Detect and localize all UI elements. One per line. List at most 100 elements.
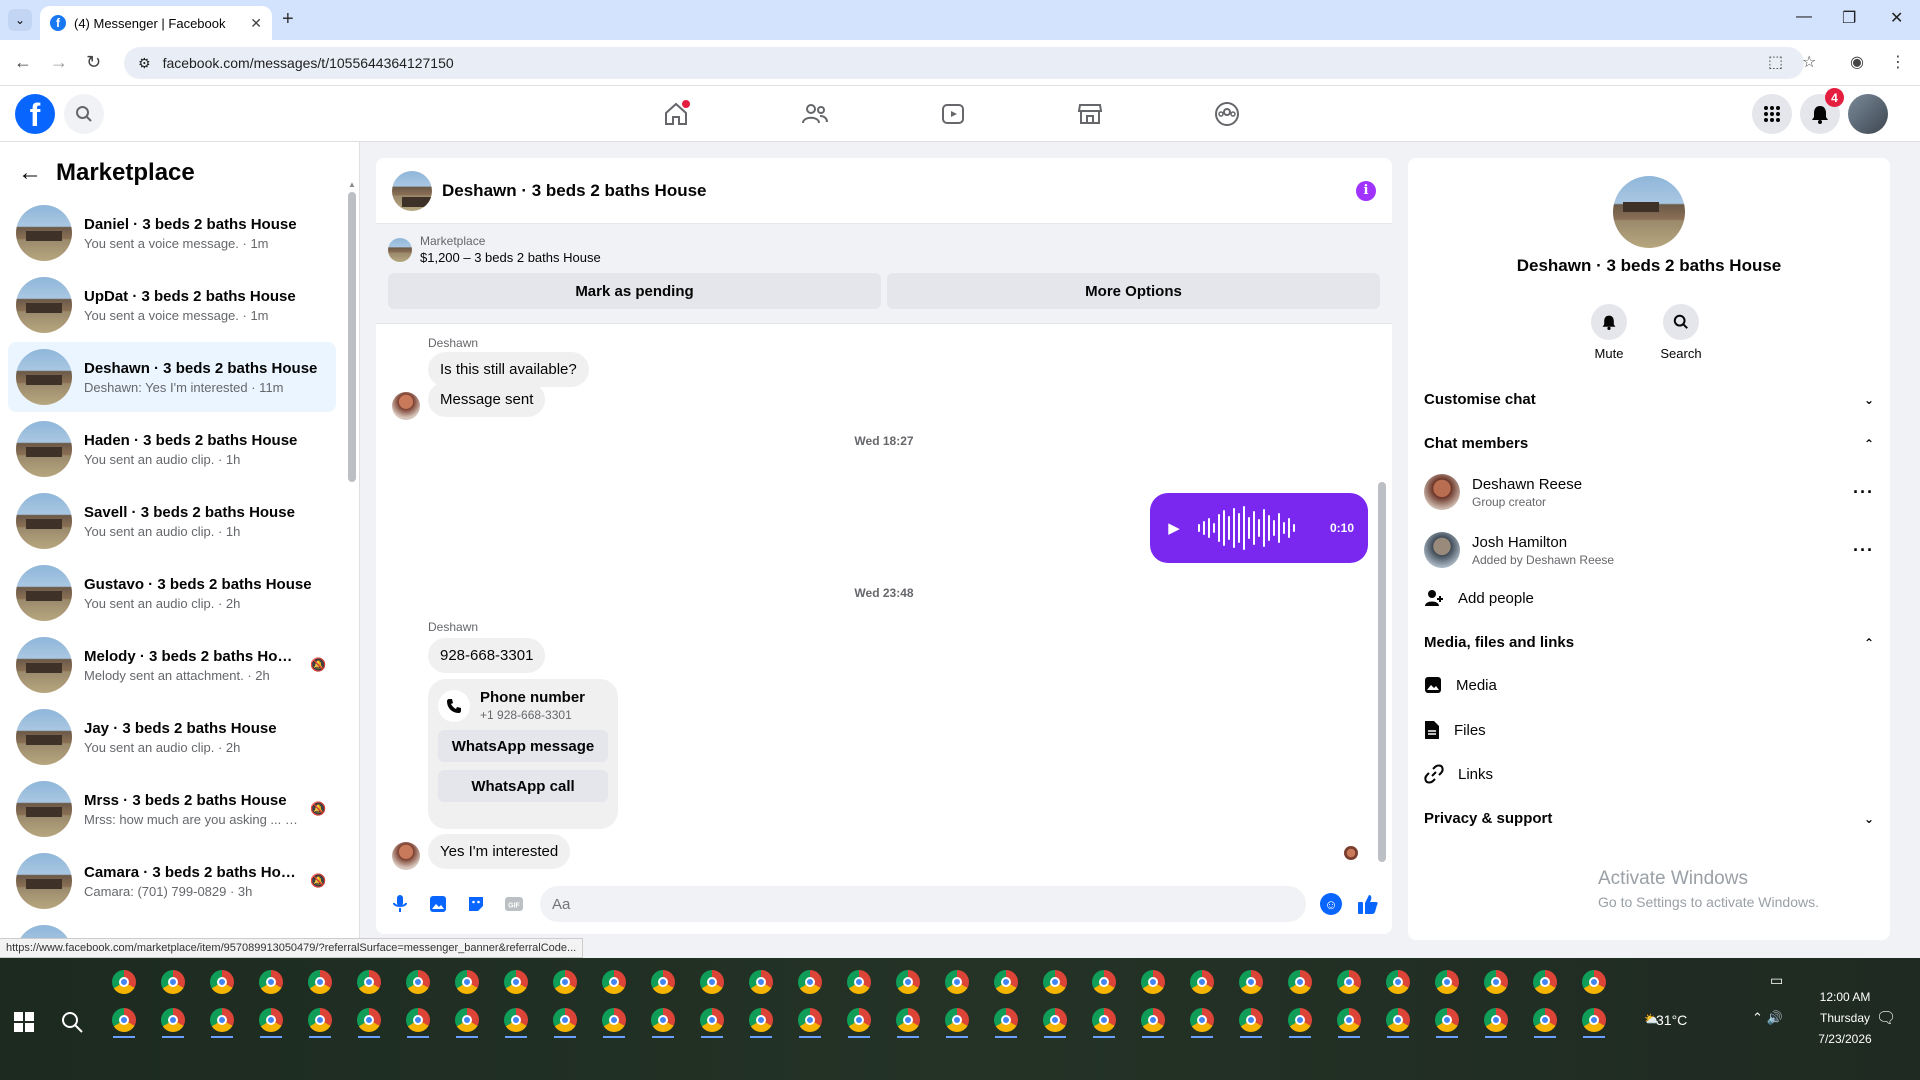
taskbar-app-icon[interactable] <box>1043 1008 1067 1032</box>
taskbar-app-icon[interactable] <box>308 1008 332 1032</box>
reload-icon[interactable]: ↻ <box>86 52 101 73</box>
gif-icon[interactable]: GIF <box>502 892 526 916</box>
taskbar-app-icon[interactable] <box>357 970 381 994</box>
site-info-icon[interactable]: ⚙ <box>138 55 151 72</box>
message-bubble[interactable]: Yes I'm interested <box>428 834 571 869</box>
search-icon[interactable] <box>60 1010 84 1034</box>
sticker-icon[interactable] <box>464 892 488 916</box>
taskbar-app-icon[interactable] <box>945 1008 969 1032</box>
taskbar-app-icon[interactable] <box>1239 1008 1263 1032</box>
friends-nav-icon[interactable] <box>799 98 831 130</box>
conversation-item[interactable]: Camara · 3 beds 2 baths House Camara: (70… <box>8 846 336 916</box>
address-bar[interactable]: ⚙ facebook.com/messages/t/10556443641271… <box>124 47 1804 79</box>
back-arrow-icon[interactable]: ← <box>14 52 32 73</box>
notification-center-icon[interactable]: 🗨 <box>1876 1008 1896 1028</box>
search-in-conversation-button[interactable]: Search <box>1651 304 1711 361</box>
taskbar-app-icon[interactable] <box>553 970 577 994</box>
taskbar-app-icon[interactable] <box>1141 1008 1165 1032</box>
taskbar-app-icon[interactable] <box>847 1008 871 1032</box>
taskbar-app-icon[interactable] <box>1386 1008 1410 1032</box>
chat-title[interactable]: Deshawn · 3 beds 2 baths House <box>442 181 1346 201</box>
files-item[interactable]: Files <box>1424 720 1486 740</box>
taskbar-app-icon[interactable] <box>602 970 626 994</box>
taskbar-app-icon[interactable] <box>1435 970 1459 994</box>
marketplace-listing-banner[interactable]: Marketplace $1,200 – 3 beds 2 baths Hous… <box>376 224 1392 324</box>
message-input[interactable] <box>540 886 1306 922</box>
conversation-item[interactable]: Haden · 3 beds 2 baths House You sent an … <box>8 414 336 484</box>
member-avatar[interactable] <box>1424 474 1460 510</box>
photo-icon[interactable] <box>426 892 450 916</box>
bookmark-star-icon[interactable]: ☆ <box>1802 52 1816 72</box>
conversation-item[interactable]: UpDat · 3 beds 2 baths House You sent a v… <box>8 270 336 340</box>
install-app-icon[interactable]: ⬚ <box>1768 52 1783 72</box>
weather-temperature[interactable]: 31°C <box>1656 1012 1687 1028</box>
taskbar-app-icon[interactable] <box>1386 970 1410 994</box>
taskbar-app-icon[interactable] <box>455 970 479 994</box>
chat-members-section[interactable]: Chat members ⌃ <box>1424 435 1874 452</box>
conversation-avatar[interactable] <box>16 349 72 405</box>
conversation-item[interactable]: Savell · 3 beds 2 baths House You sent an… <box>8 486 336 556</box>
more-options-icon[interactable]: ··· <box>1853 482 1874 503</box>
taskbar-app-icon[interactable] <box>210 970 234 994</box>
mark-as-pending-button[interactable]: Mark as pending <box>388 273 881 309</box>
microphone-icon[interactable] <box>388 892 412 916</box>
thumbs-up-icon[interactable] <box>1356 892 1380 916</box>
taskbar-app-icon[interactable] <box>308 970 332 994</box>
whatsapp-message-button[interactable]: WhatsApp message <box>438 730 608 762</box>
facebook-logo-icon[interactable]: f <box>15 94 55 134</box>
listing-price-title[interactable]: $1,200 – 3 beds 2 baths House <box>420 250 601 265</box>
info-icon[interactable]: i <box>1356 180 1376 201</box>
whatsapp-call-button[interactable]: WhatsApp call <box>438 770 608 802</box>
conversation-avatar[interactable] <box>16 421 72 477</box>
taskbar-app-icon[interactable] <box>847 970 871 994</box>
taskbar-app-icon[interactable] <box>749 1008 773 1032</box>
taskbar-app-icon[interactable] <box>259 970 283 994</box>
profile-icon[interactable]: ◉ <box>1850 52 1864 72</box>
tab-search-button[interactable]: ⌄ <box>8 9 32 31</box>
taskbar-app-icon[interactable] <box>161 970 185 994</box>
taskbar-app-icon[interactable] <box>896 1008 920 1032</box>
conversation-avatar[interactable] <box>16 709 72 765</box>
taskbar-app-icon[interactable] <box>798 1008 822 1032</box>
taskbar-app-icon[interactable] <box>1337 970 1361 994</box>
taskbar-app-icon[interactable] <box>1582 1008 1606 1032</box>
taskbar-app-icon[interactable] <box>504 1008 528 1032</box>
taskbar-app-icon[interactable] <box>798 970 822 994</box>
taskbar-app-icon[interactable] <box>161 1008 185 1032</box>
taskbar-app-icon[interactable] <box>994 1008 1018 1032</box>
chat-member-row[interactable]: Josh Hamilton Added by Deshawn Reese ··· <box>1424 532 1874 568</box>
taskbar-app-icon[interactable] <box>700 1008 724 1032</box>
taskbar-app-icon[interactable] <box>1484 1008 1508 1032</box>
taskbar-app-icon[interactable] <box>1190 1008 1214 1032</box>
new-tab-button[interactable]: + <box>282 8 294 31</box>
chat-member-row[interactable]: Deshawn Reese Group creator ··· <box>1424 474 1874 510</box>
taskbar-app-icon[interactable] <box>553 1008 577 1032</box>
mute-button[interactable]: Mute <box>1579 304 1639 361</box>
clock-time[interactable]: 12:00 AM <box>1800 990 1890 1004</box>
conversation-avatar[interactable] <box>1613 176 1685 248</box>
video-nav-icon[interactable] <box>937 98 969 130</box>
voice-message-bubble[interactable]: ▶ 0:10 <box>1150 493 1368 563</box>
taskbar-app-icon[interactable] <box>1337 1008 1361 1032</box>
more-options-button[interactable]: More Options <box>887 273 1380 309</box>
clock-date[interactable]: 7/23/2026 <box>1800 1032 1890 1046</box>
browser-menu-icon[interactable]: ⋮ <box>1890 52 1906 72</box>
sidebar-scrollbar[interactable] <box>348 192 356 482</box>
member-avatar[interactable] <box>1424 532 1460 568</box>
conversation-item[interactable]: Deshawn · 3 beds 2 baths House Deshawn: Y… <box>8 342 336 412</box>
tray-icons[interactable]: ⌃ 🔊 <box>1752 1010 1783 1026</box>
home-nav-icon[interactable] <box>660 98 692 130</box>
windows-start-icon[interactable] <box>14 1012 34 1032</box>
add-people-button[interactable]: Add people <box>1424 588 1534 608</box>
taskbar-app-icon[interactable] <box>1582 970 1606 994</box>
taskbar-app-icon[interactable] <box>1092 970 1116 994</box>
conversation-avatar[interactable] <box>16 277 72 333</box>
forward-arrow-icon[interactable]: → <box>50 52 68 73</box>
conversation-avatar[interactable] <box>16 853 72 909</box>
facebook-search-button[interactable] <box>64 94 104 134</box>
taskbar-app-icon[interactable] <box>1484 970 1508 994</box>
conversation-item[interactable]: Daniel · 3 beds 2 baths House You sent a … <box>8 198 336 268</box>
minimize-window-button[interactable]: — <box>1796 8 1812 26</box>
conversation-avatar[interactable] <box>16 493 72 549</box>
marketplace-nav-icon[interactable] <box>1074 98 1106 130</box>
